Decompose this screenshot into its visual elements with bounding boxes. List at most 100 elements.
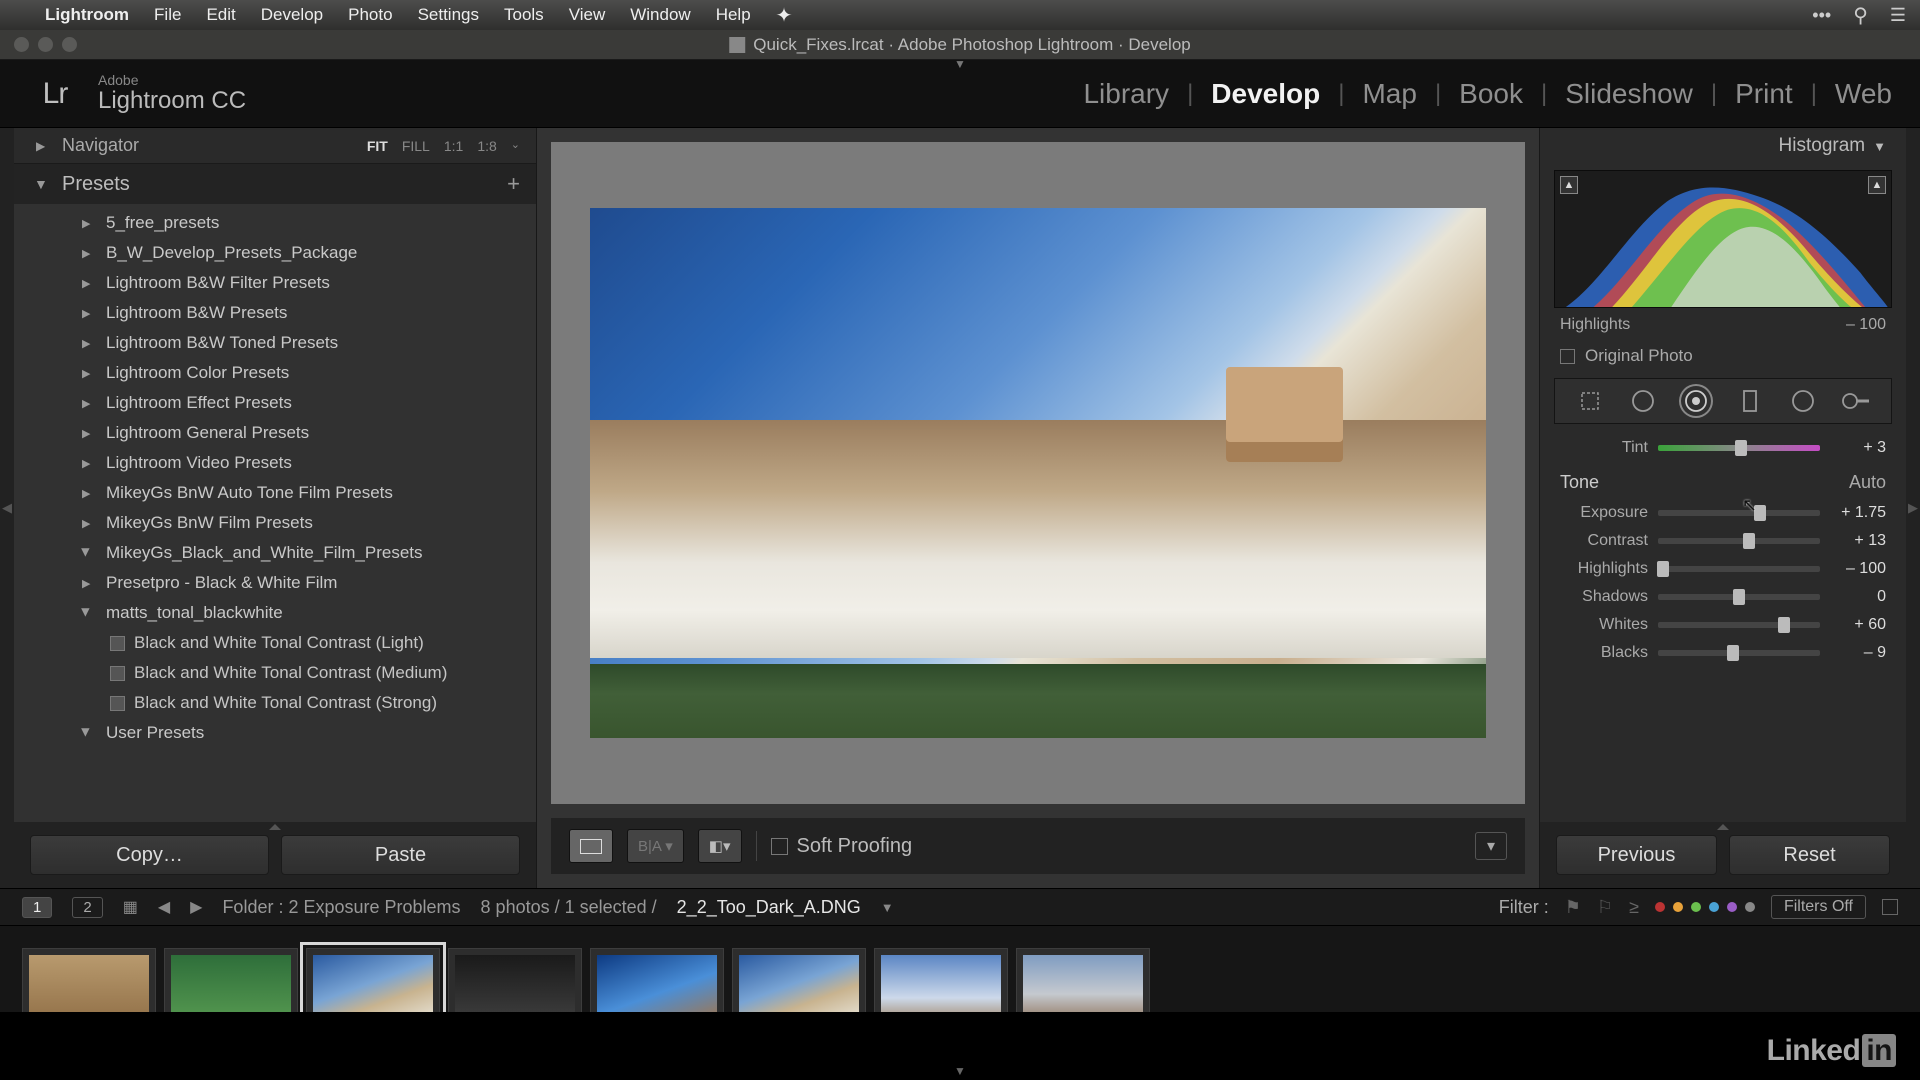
module-book[interactable]: Book [1459,78,1523,110]
flag-rejected-icon[interactable]: ⚐ [1597,897,1613,918]
add-preset-icon[interactable]: + [507,171,520,197]
menu-edit[interactable]: Edit [206,5,235,25]
module-web[interactable]: Web [1835,78,1892,110]
flag-picked-icon[interactable]: ⚑ [1565,897,1581,918]
primary-display-button[interactable]: 1 [22,897,52,918]
menu-develop[interactable]: Develop [261,5,323,25]
preset-folder[interactable]: ▶Lightroom Effect Presets [14,388,536,418]
preset-folder[interactable]: ▶MikeyGs BnW Film Presets [14,508,536,538]
right-edge-toggle[interactable]: ▶ [1906,128,1920,888]
reset-button[interactable]: Reset [1729,835,1890,875]
grid-view-icon[interactable]: ▦ [123,897,138,917]
spot-removal-tool-icon[interactable] [1626,384,1660,418]
slider-value[interactable]: – 100 [1830,560,1886,578]
mac-menubar[interactable]: Lightroom File Edit Develop Photo Settin… [0,0,1920,30]
minimize-icon[interactable] [38,37,53,52]
highlights-slider[interactable] [1658,566,1820,572]
nav-forward-icon[interactable]: ▶ [190,897,202,917]
color-label-dot[interactable] [1655,902,1665,912]
left-edge-toggle[interactable]: ◀ [0,128,14,888]
before-after-button[interactable]: B|A ▾ [627,829,684,863]
slider-handle[interactable] [1735,440,1747,456]
nav-zoom-fit[interactable]: FIT [367,138,388,154]
slider-handle[interactable] [1657,561,1669,577]
preset-folder[interactable]: ▶5_free_presets [14,208,536,238]
preset-item[interactable]: Black and White Tonal Contrast (Strong) [14,688,536,718]
nav-zoom-fill[interactable]: FILL [402,138,430,154]
preset-list[interactable]: ▶5_free_presets▶B_W_Develop_Presets_Pack… [14,204,536,822]
contrast-slider[interactable] [1658,538,1820,544]
rating-filter-icon[interactable]: ≥ [1629,897,1639,918]
preset-folder[interactable]: ▶Lightroom B&W Toned Presets [14,328,536,358]
menubar-app-name[interactable]: Lightroom [45,5,129,25]
color-label-dot[interactable] [1709,902,1719,912]
module-slideshow[interactable]: Slideshow [1565,78,1693,110]
traffic-lights[interactable] [14,37,77,52]
color-label-filter[interactable] [1655,902,1755,912]
slider-handle[interactable] [1743,533,1755,549]
previous-button[interactable]: Previous [1556,835,1717,875]
original-photo-checkbox[interactable]: Original Photo [1540,338,1906,378]
crop-tool-icon[interactable] [1573,384,1607,418]
menu-photo[interactable]: Photo [348,5,392,25]
histogram-display[interactable]: ▲ ▲ [1554,170,1892,308]
nav-zoom-1:1[interactable]: 1:1 [444,138,463,154]
histogram-panel-header[interactable]: Histogram ▼ [1540,128,1906,164]
slider-value[interactable]: + 13 [1830,532,1886,550]
preset-folder[interactable]: ▶B_W_Develop_Presets_Package [14,238,536,268]
bottom-panel-toggle-icon[interactable]: ▼ [954,1064,966,1078]
shadows-slider[interactable] [1658,594,1820,600]
menu-window[interactable]: Window [630,5,690,25]
redeye-tool-icon[interactable] [1679,384,1713,418]
preset-folder[interactable]: ▶Lightroom B&W Presets [14,298,536,328]
preset-folder[interactable]: ▶MikeyGs BnW Auto Tone Film Presets [14,478,536,508]
search-icon[interactable]: ⚲ [1853,3,1868,28]
slider-handle[interactable] [1727,645,1739,661]
list-icon[interactable]: ☰ [1890,5,1906,26]
paste-button[interactable]: Paste [281,835,520,875]
menu-tools[interactable]: Tools [504,5,544,25]
top-panel-toggle-icon[interactable]: ▼ [954,57,966,71]
nav-back-icon[interactable]: ◀ [158,897,170,917]
loupe-view-button[interactable] [569,829,613,863]
auto-tone-button[interactable]: Auto [1849,472,1886,493]
menu-help[interactable]: Help [716,5,751,25]
preset-folder[interactable]: ▶Lightroom Color Presets [14,358,536,388]
slider-value[interactable]: 0 [1830,588,1886,606]
radial-filter-tool-icon[interactable] [1786,384,1820,418]
preset-folder[interactable]: ▶matts_tonal_blackwhite [14,598,536,628]
preset-folder[interactable]: ▶Lightroom Video Presets [14,448,536,478]
module-develop[interactable]: Develop [1211,78,1320,110]
slider-handle[interactable] [1733,589,1745,605]
preset-folder[interactable]: ▶Lightroom General Presets [14,418,536,448]
tint-value[interactable]: + 3 [1830,439,1886,457]
navigator-zoom-options[interactable]: FITFILL1:11:8 ⌄ [367,138,520,154]
current-filename[interactable]: 2_2_Too_Dark_A.DNG [677,897,861,918]
slider-handle[interactable] [1778,617,1790,633]
preset-folder[interactable]: ▶Presetpro - Black & White Film [14,568,536,598]
slider-value[interactable]: + 60 [1830,616,1886,634]
slider-value[interactable]: – 9 [1830,644,1886,662]
module-print[interactable]: Print [1735,78,1793,110]
preset-item[interactable]: Black and White Tonal Contrast (Medium) [14,658,536,688]
toolbar-options-dropdown[interactable]: ▾ [1475,832,1507,860]
slider-value[interactable]: + 1.75 [1830,504,1886,522]
module-library[interactable]: Library [1083,78,1169,110]
zoom-icon[interactable] [62,37,77,52]
filters-off-dropdown[interactable]: Filters Off [1771,895,1866,919]
nav-zoom-1:8[interactable]: 1:8 [477,138,496,154]
overflow-icon[interactable]: ••• [1812,5,1831,26]
preset-folder[interactable]: ▶User Presets [14,718,536,748]
color-label-dot[interactable] [1673,902,1683,912]
filename-dropdown-icon[interactable]: ▼ [881,900,894,915]
photo-viewport[interactable] [551,142,1525,804]
preset-folder[interactable]: ▶Lightroom B&W Filter Presets [14,268,536,298]
menu-settings[interactable]: Settings [418,5,479,25]
preset-folder[interactable]: ▶MikeyGs_Black_and_White_Film_Presets [14,538,536,568]
menu-file[interactable]: File [154,5,181,25]
graduated-filter-tool-icon[interactable] [1733,384,1767,418]
presets-panel-header[interactable]: ▼ Presets + [14,164,536,204]
navigator-panel-header[interactable]: ▶ Navigator FITFILL1:11:8 ⌄ [14,128,536,164]
soft-proofing-checkbox[interactable]: Soft Proofing [771,835,913,858]
copy-button[interactable]: Copy… [30,835,269,875]
